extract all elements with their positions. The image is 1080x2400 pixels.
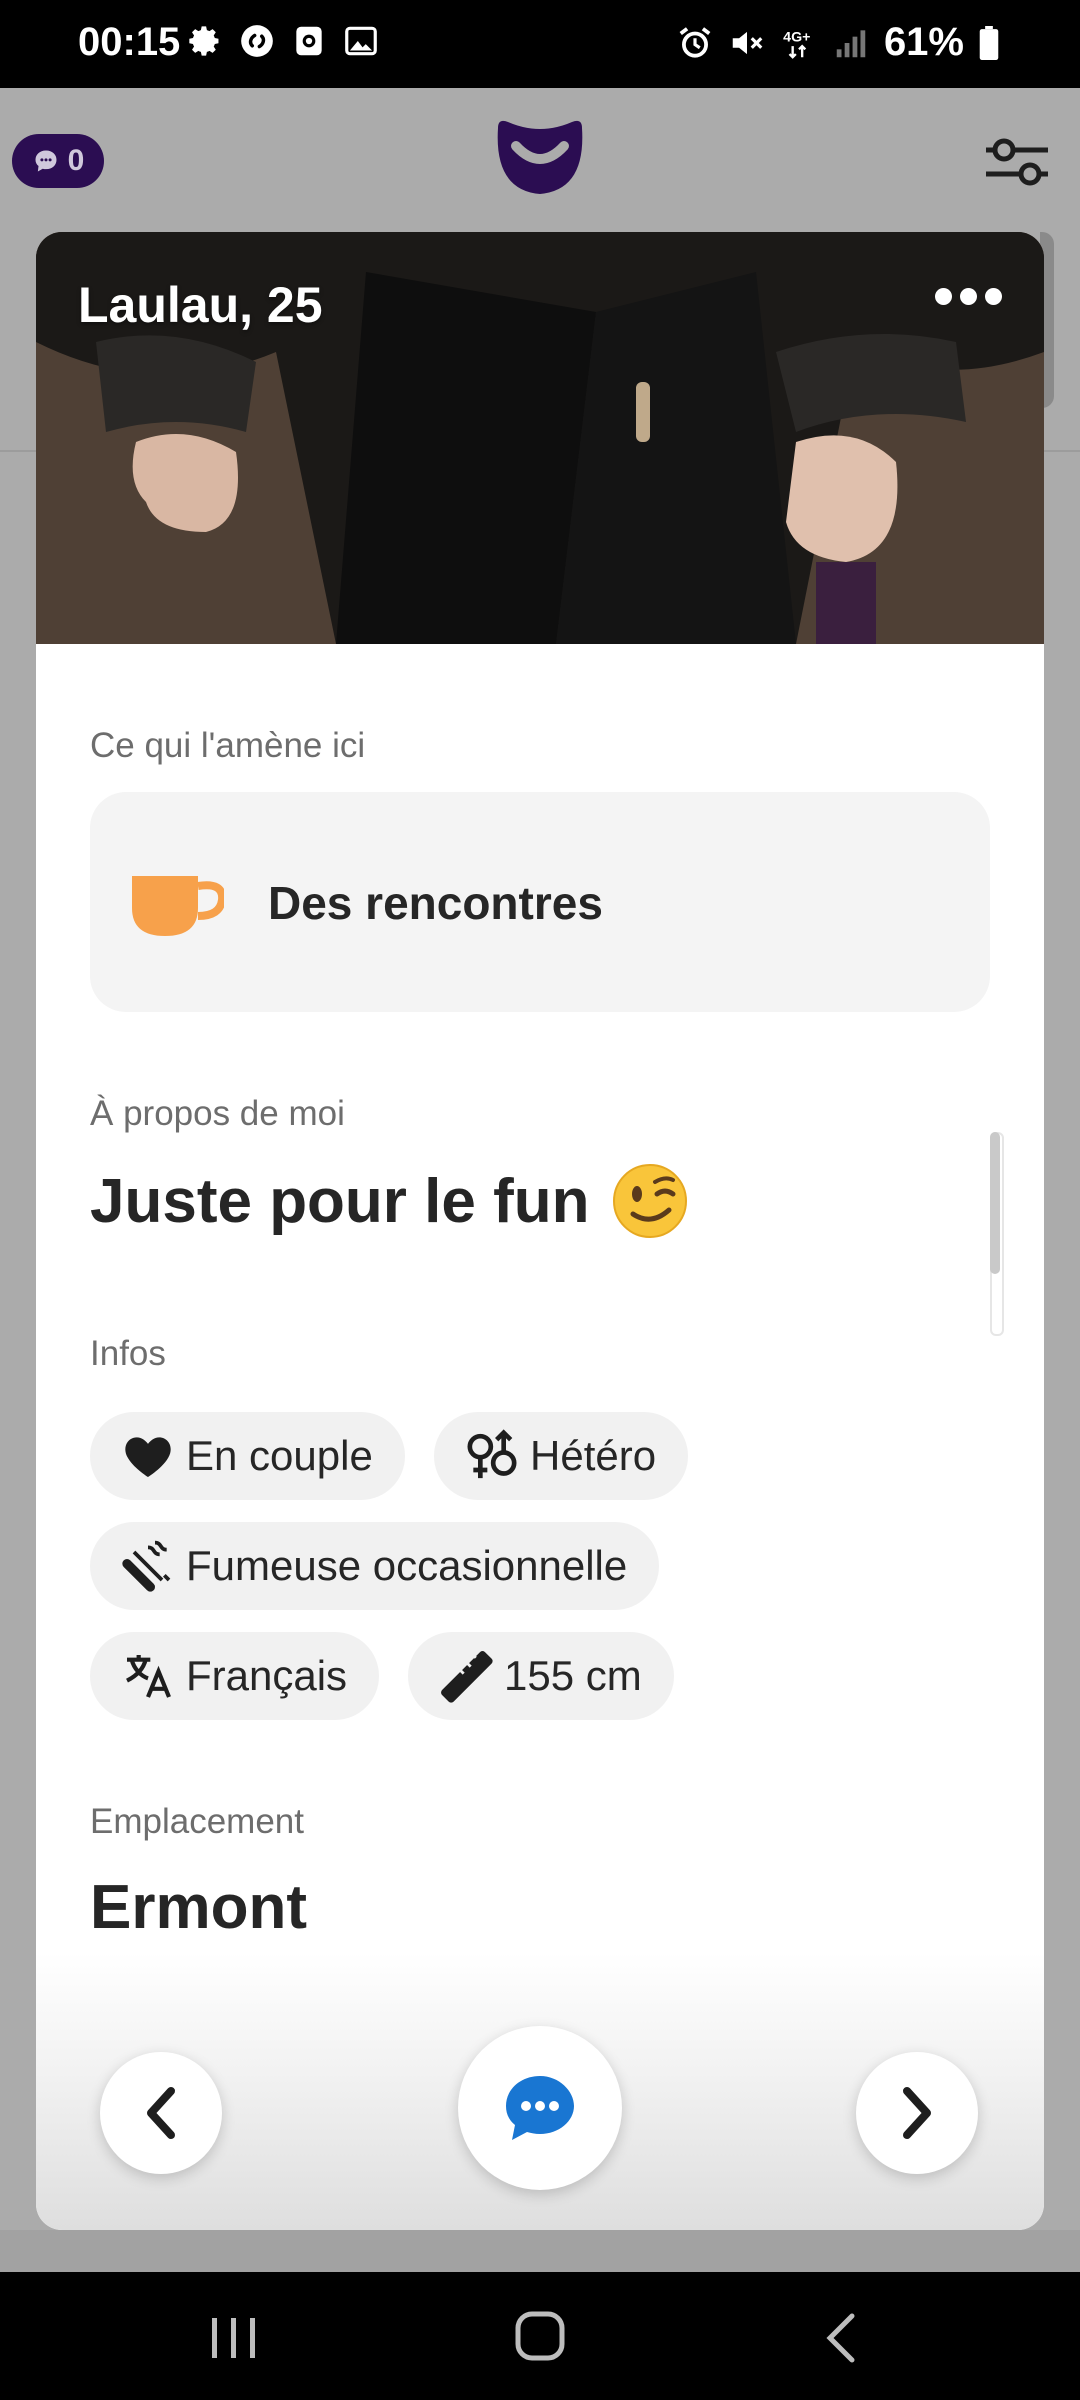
info-chip-height: 155 cm <box>408 1632 674 1720</box>
winking-face-emoji <box>613 1164 688 1238</box>
about-text-value: Juste pour le fun <box>90 1166 590 1236</box>
back-icon[interactable] <box>818 2312 866 2364</box>
more-options-button[interactable] <box>935 288 1002 305</box>
smoking-icon <box>122 1540 171 1592</box>
recent-apps-icon[interactable] <box>206 2314 262 2362</box>
ruler-icon <box>441 1651 493 1703</box>
info-chip-label: En couple <box>186 1432 373 1479</box>
infos-label: Infos <box>90 1334 166 1373</box>
info-chip-language: Français <box>90 1632 380 1720</box>
screen-record-icon <box>296 26 322 56</box>
background-tab-bar <box>0 2230 1080 2272</box>
mute-icon <box>732 31 763 54</box>
gender-icon <box>467 1429 517 1479</box>
purpose-label: Ce qui l'amène ici <box>90 726 366 765</box>
chevron-left-icon <box>147 2087 175 2139</box>
signal-icon <box>836 29 866 57</box>
coffee-cup-icon <box>132 876 224 936</box>
info-chip-smoking: Fumeuse occasionnelle <box>90 1522 660 1610</box>
info-chip-orientation: Hétéro <box>434 1412 689 1500</box>
profile-name-age: Laulau, 25 <box>78 277 323 333</box>
messages-badge[interactable]: 0 <box>12 134 104 188</box>
about-label: À propos de moi <box>90 1094 345 1133</box>
gallery-icon <box>345 26 377 56</box>
start-chat-button[interactable] <box>458 2026 622 2190</box>
app-header: 0 <box>0 88 1080 228</box>
translate-icon <box>126 1655 171 1698</box>
previous-profile-button[interactable] <box>100 2052 222 2174</box>
shazam-icon <box>241 25 273 57</box>
chat-icon <box>35 150 57 172</box>
chat-bubble-icon <box>506 2076 574 2140</box>
info-chip-label: Fumeuse occasionnelle <box>186 1542 628 1589</box>
svg-text:4G+: 4G+ <box>783 29 810 45</box>
about-text: Juste pour le fun <box>90 1162 689 1240</box>
profile-photo[interactable]: Laulau, 25 <box>36 232 1044 644</box>
next-profile-button[interactable] <box>856 2052 978 2174</box>
status-bar: 00:15 4G+ 61% <box>0 0 1080 88</box>
more-dot-icon <box>960 288 977 305</box>
more-dot-icon <box>935 288 952 305</box>
network-4g-icon: 4G+ <box>783 29 810 59</box>
purpose-card: Des rencontres <box>90 792 990 1012</box>
purpose-value: Des rencontres <box>268 877 603 929</box>
location-label: Emplacement <box>90 1802 304 1841</box>
heart-icon <box>125 1437 171 1477</box>
profile-card[interactable]: Laulau, 25 Ce qui l'amène ici Des rencon… <box>36 232 1044 2230</box>
info-chip-label: Hétéro <box>530 1432 657 1479</box>
more-dot-icon <box>985 288 1002 305</box>
chevron-right-icon <box>903 2087 931 2139</box>
smile-logo-icon[interactable] <box>490 118 590 198</box>
sliders-icon[interactable] <box>982 132 1052 192</box>
info-chip-label: 155 cm <box>504 1652 642 1699</box>
home-icon[interactable] <box>512 2308 568 2364</box>
system-navigation-bar <box>0 2272 1080 2400</box>
settings-icon <box>189 26 219 56</box>
location-value: Ermont <box>90 1873 307 1942</box>
info-chip-relationship: En couple <box>90 1412 405 1500</box>
battery-icon <box>979 25 999 60</box>
messages-count: 0 <box>67 144 85 177</box>
scrollbar-thumb[interactable] <box>990 1132 1000 1274</box>
info-chip-label: Français <box>186 1652 348 1699</box>
status-time: 00:15 <box>78 20 181 64</box>
battery-percentage: 61% <box>883 20 964 64</box>
alarm-icon <box>679 26 711 58</box>
